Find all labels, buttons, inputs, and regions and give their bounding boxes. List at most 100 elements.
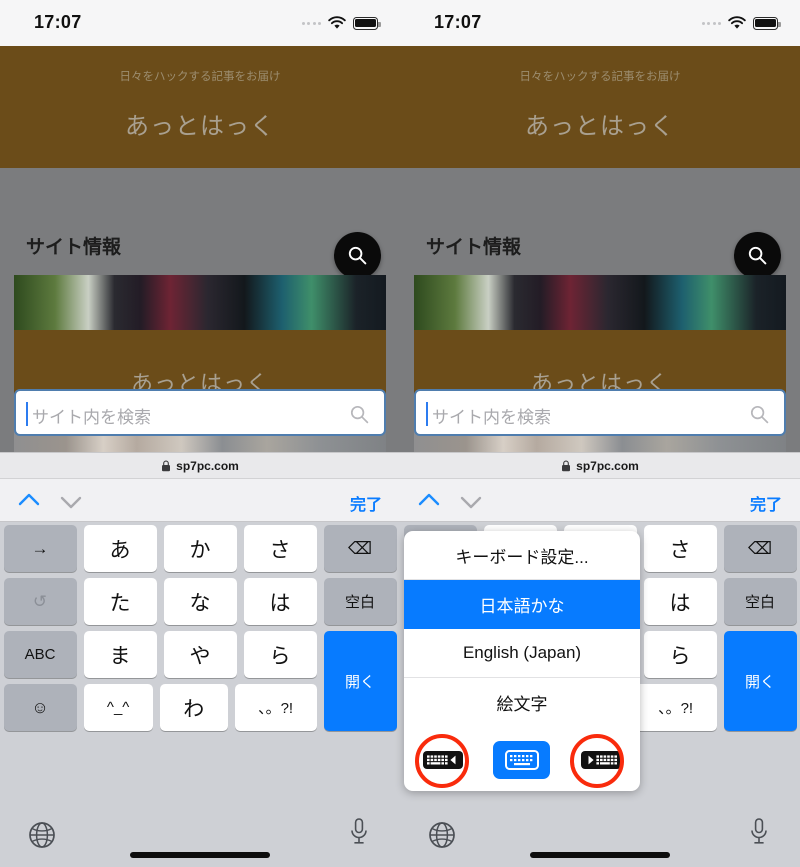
site-search-input[interactable]: サイト内を検索 [14,389,386,436]
key-space[interactable]: 空白 [323,578,397,625]
hero-subtitle: 日々をハックする記事をお届け [519,71,681,83]
done-button[interactable]: 完了 [750,491,782,515]
keyboard-accessory-toolbar: 完了 [0,478,400,522]
chevron-down-icon[interactable] [458,489,484,513]
key-open[interactable]: 開く [323,631,397,731]
url-text: sp7pc.com [576,458,639,473]
lock-icon [162,460,171,471]
key-open[interactable]: 開く [723,631,797,731]
key-arrow-right[interactable]: → [3,525,77,572]
key-ha[interactable]: は [243,578,317,625]
status-bar: 17:07 [0,0,400,46]
wifi-icon [328,16,346,29]
site-search-placeholder: サイト内を検索 [432,408,551,427]
keyboard-bottom-bar [0,804,400,867]
globe-key[interactable] [22,815,62,855]
key-space[interactable]: 空白 [723,578,797,625]
card-photo-top [14,275,386,330]
phone-screenshot-left: 17:07 日々をハックする記事をお届け あっとはっく サイト情報 あっとはっく… [0,0,400,867]
key-ya[interactable]: や [163,631,237,678]
globe-icon [29,822,55,848]
key-ka[interactable]: か [163,525,237,572]
search-icon [748,246,767,265]
web-page-content: 日々をハックする記事をお届け あっとはっく サイト情報 あっとはっく サイト内を… [0,46,400,452]
status-bar-time: 17:07 [34,12,82,32]
keyboard-accessory-toolbar: 完了 [400,478,800,522]
microphone-icon [351,818,367,844]
web-page-content: 日々をハックする記事をお届け あっとはっく サイト情報 あっとはっく サイト内を… [400,46,800,452]
key-punctuation[interactable]: 、。?! [634,684,717,731]
key-sa[interactable]: さ [243,525,317,572]
battery-full-icon [753,16,781,30]
status-bar-indicators [701,13,781,33]
annotation-circle-dock-right [570,734,624,788]
text-caret [26,402,28,426]
key-abc[interactable]: ABC [3,631,77,678]
status-bar-time: 17:07 [434,12,482,32]
key-ha[interactable]: は [643,578,717,625]
search-icon [348,246,367,265]
popup-item-english-japan[interactable]: English (Japan) [404,629,640,678]
status-bar-indicators [301,13,381,33]
keyboard-bottom-bar [400,804,800,867]
chevron-down-icon[interactable] [58,489,84,513]
hero-title: あっとはっく [125,113,275,140]
microphone-icon [751,818,767,844]
chevron-up-icon[interactable] [16,489,42,513]
screenshot-root: 17:07 日々をハックする記事をお届け あっとはっく サイト情報 あっとはっく… [0,0,800,867]
key-ta[interactable]: た [83,578,157,625]
dictation-key[interactable] [346,816,372,848]
key-wa[interactable]: わ [159,684,228,731]
dictation-key[interactable] [746,816,772,848]
site-hero: 日々をハックする記事をお届け あっとはっく [0,46,400,168]
keyboard-row-2: ↺ た な は 空白 [0,575,400,628]
key-kaomoji[interactable]: ^_^ [83,684,153,731]
japanese-kana-keyboard: → あ か さ ⌫ ↺ た な は 空白 ABC ま や ら ☺ [0,522,400,867]
wifi-icon [728,16,746,29]
site-hero: 日々をハックする記事をお届け あっとはっく [400,46,800,168]
keyboard-row-1: → あ か さ ⌫ [0,522,400,575]
key-backspace[interactable]: ⌫ [323,525,397,572]
popup-item-japanese-kana[interactable]: 日本語かな [404,580,640,629]
globe-key[interactable] [422,815,462,855]
key-emoji[interactable]: ☺ [3,684,77,731]
floating-search-button[interactable] [334,232,381,279]
section-title: サイト情報 [26,237,122,258]
key-ra[interactable]: ら [243,631,317,678]
done-button[interactable]: 完了 [350,491,382,515]
lock-icon [562,460,571,471]
key-na[interactable]: な [163,578,237,625]
key-punctuation[interactable]: 、。?! [234,684,317,731]
keyboard-full-button[interactable] [493,741,551,779]
site-search-input[interactable]: サイト内を検索 [414,389,786,436]
keyboard-full-icon [504,750,539,770]
key-backspace[interactable]: ⌫ [723,525,797,572]
signal-dots-icon [701,21,721,25]
key-ra[interactable]: ら [643,631,717,678]
browser-url-bar[interactable]: sp7pc.com [400,452,800,478]
url-text: sp7pc.com [176,458,239,473]
hero-subtitle: 日々をハックする記事をお届け [119,71,281,83]
status-bar: 17:07 [400,0,800,46]
signal-dots-icon [301,21,321,25]
home-indicator [130,852,270,858]
chevron-up-icon[interactable] [416,489,442,513]
hero-title: あっとはっく [525,113,675,140]
card-photo-top [414,275,786,330]
key-undo[interactable]: ↺ [3,578,77,625]
popup-item-keyboard-settings[interactable]: キーボード設定... [404,531,640,580]
section-title: サイト情報 [426,237,522,258]
text-caret [426,402,428,426]
search-icon [350,405,369,424]
popup-item-emoji[interactable]: 絵文字 [404,678,640,727]
site-search-placeholder: サイト内を検索 [32,408,151,427]
home-indicator [530,852,670,858]
battery-full-icon [353,16,381,30]
search-icon [750,405,769,424]
floating-search-button[interactable] [734,232,781,279]
key-a[interactable]: あ [83,525,157,572]
browser-url-bar[interactable]: sp7pc.com [0,452,400,478]
key-sa[interactable]: さ [643,525,717,572]
key-ma[interactable]: ま [83,631,157,678]
annotation-circle-dock-left [415,734,469,788]
